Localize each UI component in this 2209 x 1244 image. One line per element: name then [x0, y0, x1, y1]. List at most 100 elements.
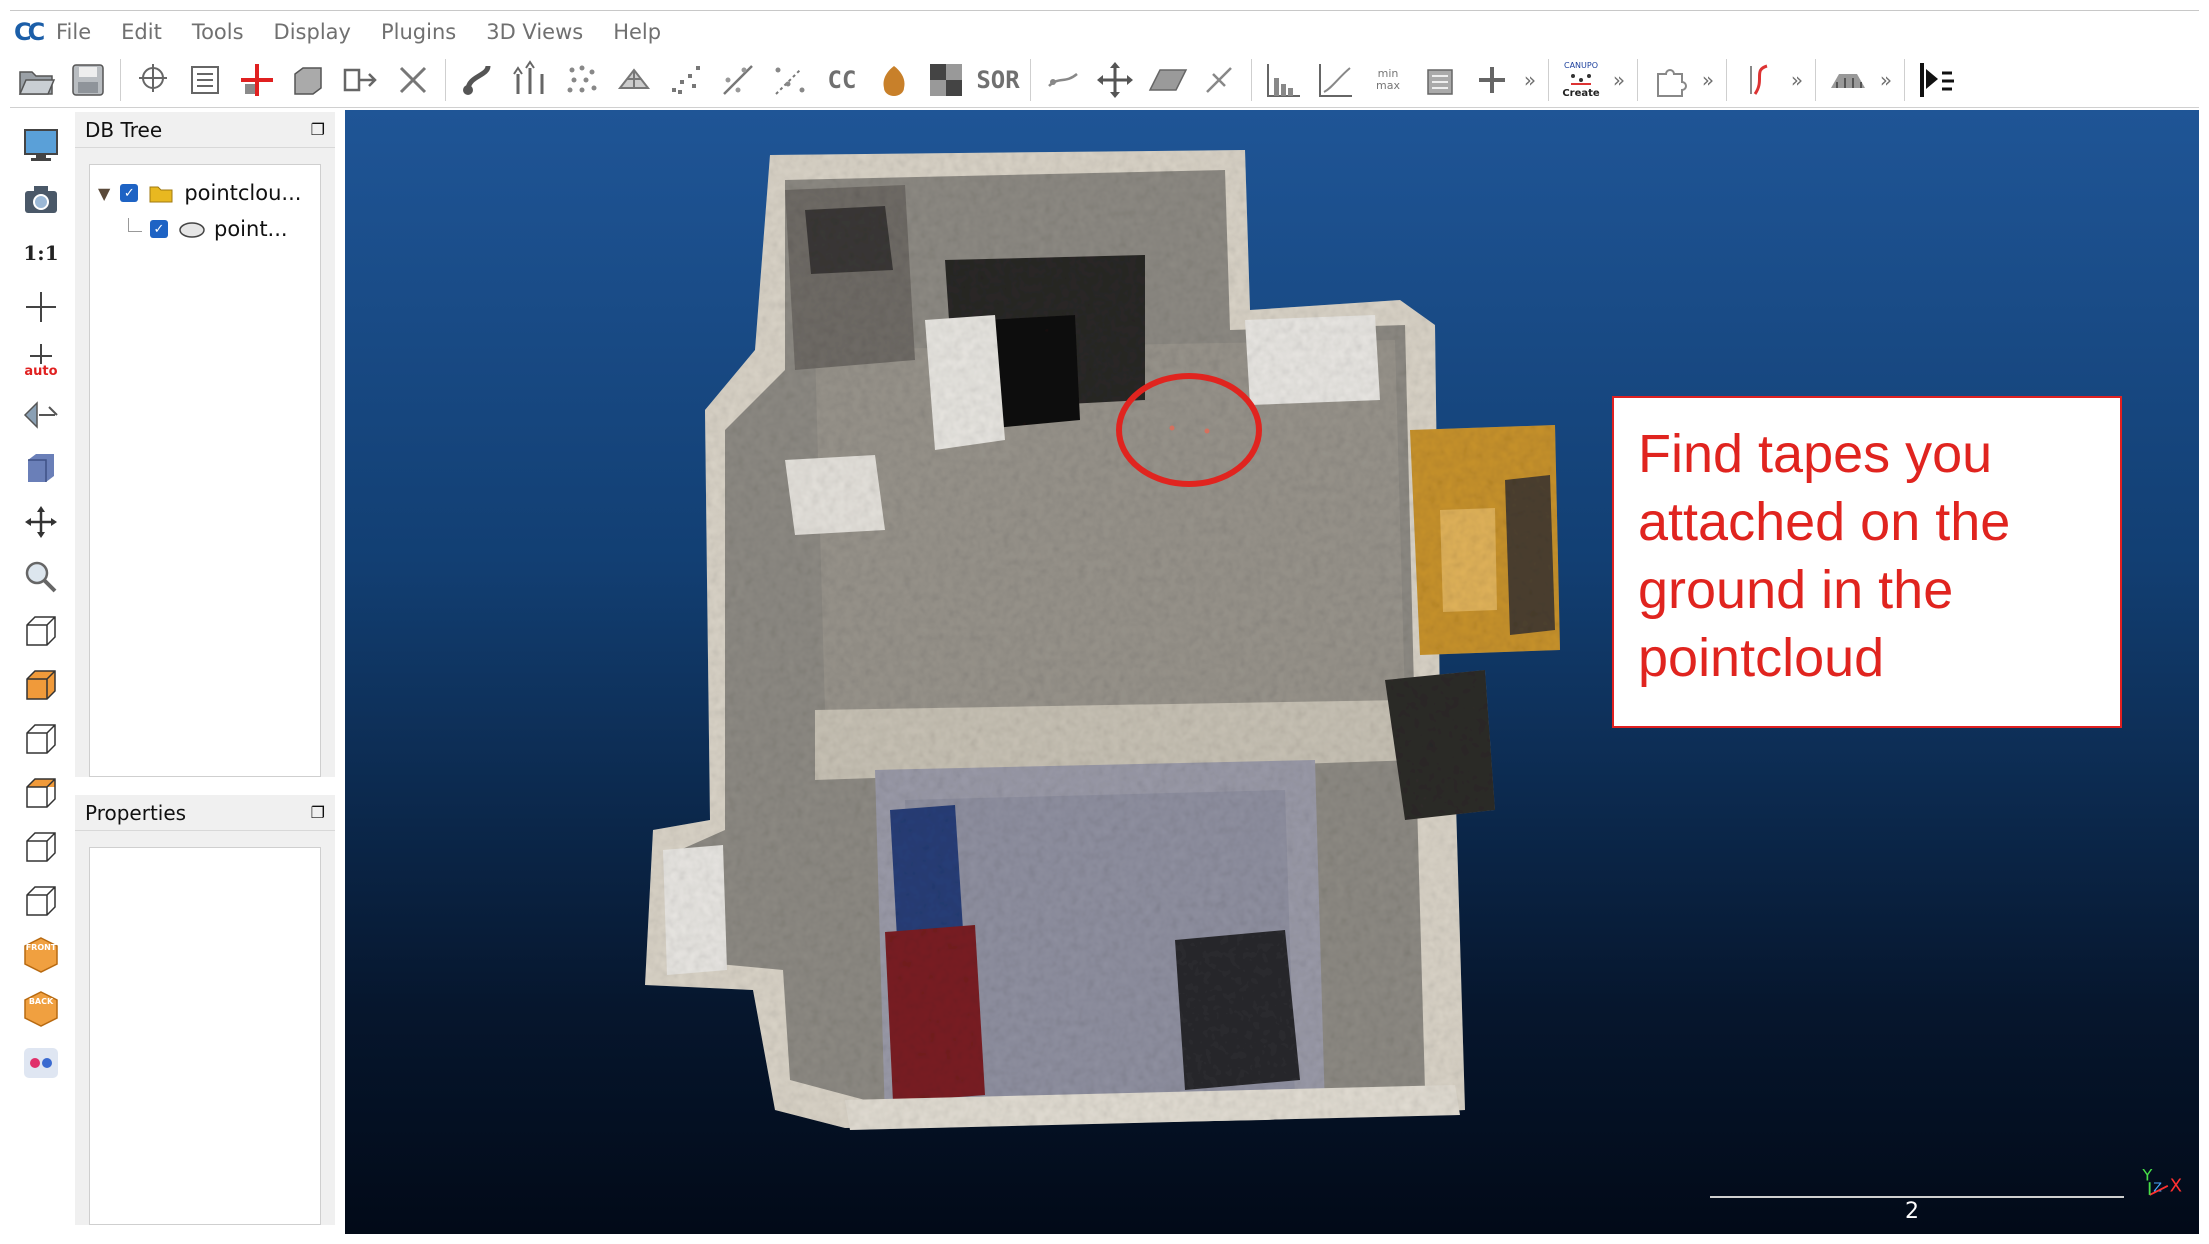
- merge-icon[interactable]: [335, 55, 387, 105]
- db-tree-panel: DB Tree ❐ ▼ ✓ pointclou... ✓ point...: [75, 112, 335, 777]
- subsample-icon[interactable]: [556, 55, 608, 105]
- menu-help[interactable]: Help: [613, 20, 661, 44]
- normals-icon[interactable]: [504, 55, 556, 105]
- undock-icon[interactable]: ❐: [311, 120, 325, 139]
- delete-icon[interactable]: [387, 55, 439, 105]
- toolbar-separator: [1030, 58, 1031, 101]
- add-point-icon[interactable]: [231, 55, 283, 105]
- menu-3d-views[interactable]: 3D Views: [486, 20, 583, 44]
- axis-trihedron: Y Z X: [2141, 1165, 2182, 1196]
- more-plugins-icon-3[interactable]: »: [1785, 68, 1809, 92]
- more-plugins-icon[interactable]: »: [1607, 68, 1631, 92]
- checkbox-root[interactable]: ✓: [120, 184, 139, 202]
- checkbox-child[interactable]: ✓: [150, 220, 168, 238]
- point-picking-icon[interactable]: [1193, 55, 1245, 105]
- auto-pivot-icon[interactable]: auto: [14, 334, 68, 388]
- open-icon[interactable]: [10, 55, 62, 105]
- cloudcompare-logo: CC: [14, 17, 45, 46]
- scatter-icon[interactable]: [660, 55, 712, 105]
- perspective-icon[interactable]: [14, 388, 68, 442]
- more-plugins-icon-2[interactable]: »: [1696, 68, 1720, 92]
- tree-item-root[interactable]: ▼ ✓ pointclou...: [98, 181, 301, 205]
- front-view-icon[interactable]: [14, 658, 68, 712]
- zoom-icon[interactable]: [14, 550, 68, 604]
- scale-value: 2: [1905, 1199, 1919, 1224]
- right-view-icon[interactable]: [14, 820, 68, 874]
- segment-icon[interactable]: [1037, 55, 1089, 105]
- more-tools-icon[interactable]: »: [1518, 68, 1542, 92]
- color-scale-icon[interactable]: [868, 55, 920, 105]
- scale-bar: [1710, 1196, 2124, 1198]
- plane-icon[interactable]: [1141, 55, 1193, 105]
- tree-item-label: pointclou...: [184, 181, 302, 205]
- left-view-icon[interactable]: [14, 712, 68, 766]
- cloud-cloud-distance-icon[interactable]: [764, 55, 816, 105]
- expand-arrow-icon[interactable]: ▼: [98, 184, 110, 203]
- iso-back-icon[interactable]: BACK: [14, 982, 68, 1036]
- top-view-icon[interactable]: [14, 604, 68, 658]
- toolbar-separator: [1251, 58, 1252, 101]
- db-tree-title: DB Tree: [85, 117, 163, 142]
- toolbar-separator: [1904, 58, 1905, 101]
- zoom-one-to-one-icon[interactable]: 1:1: [14, 226, 68, 280]
- translate-rotate-icon[interactable]: [1089, 55, 1141, 105]
- one-to-one-label: 1:1: [23, 241, 59, 265]
- menu-plugins[interactable]: Plugins: [381, 20, 456, 44]
- bottom-view-icon[interactable]: [14, 874, 68, 928]
- properties-body: [89, 847, 321, 1225]
- menu-display[interactable]: Display: [274, 20, 351, 44]
- fullscreen-icon[interactable]: [14, 118, 68, 172]
- iso-front-icon[interactable]: FRONT: [14, 928, 68, 982]
- clone-icon[interactable]: [283, 55, 335, 105]
- 3d-viewport[interactable]: Find tapes you attached on the ground in…: [345, 110, 2199, 1234]
- callout-line: pointcloud: [1638, 628, 1885, 688]
- tape-marker: [1204, 428, 1210, 434]
- undock-icon[interactable]: ❐: [311, 803, 325, 822]
- rasterize-icon[interactable]: [920, 55, 972, 105]
- auto-label: auto: [24, 364, 58, 379]
- view-toolbar: 1:1 auto FRONT BACK: [10, 118, 72, 1238]
- section-extraction-icon[interactable]: [1733, 55, 1785, 105]
- canupo-create-icon[interactable]: CANUPO Create: [1555, 55, 1607, 105]
- folder-icon: [149, 186, 173, 203]
- stereo-mode-icon[interactable]: [14, 1036, 68, 1090]
- app-window: CC File Edit Tools Display Plugins 3D Vi…: [0, 0, 2209, 1244]
- tree-item-child[interactable]: ✓ point...: [128, 217, 288, 241]
- more-plugins-icon-4[interactable]: »: [1874, 68, 1898, 92]
- object-view-icon[interactable]: [14, 442, 68, 496]
- properties-title: Properties: [85, 800, 187, 825]
- cc-icon[interactable]: CC: [816, 55, 868, 105]
- toolbar-separator: [1637, 58, 1638, 101]
- light-icon[interactable]: [14, 496, 68, 550]
- select-entity-icon[interactable]: [127, 55, 179, 105]
- camera-icon[interactable]: [14, 172, 68, 226]
- min-max-icon[interactable]: min max: [1362, 55, 1414, 105]
- cc-label: CC: [827, 65, 857, 94]
- back-label: BACK: [29, 997, 54, 1006]
- puzzle-plugin-icon[interactable]: [1644, 55, 1696, 105]
- menu-tools[interactable]: Tools: [192, 20, 244, 44]
- db-tree-header: DB Tree ❐: [75, 112, 335, 148]
- save-icon[interactable]: [62, 55, 114, 105]
- menu-edit[interactable]: Edit: [121, 20, 162, 44]
- main-toolbar: CC SOR min max » CANUPO Create » » » »: [10, 52, 2199, 108]
- 3d-model-icon[interactable]: [1822, 55, 1874, 105]
- sample-points-icon[interactable]: [452, 55, 504, 105]
- mesh-icon[interactable]: [608, 55, 660, 105]
- cloud-icon: [179, 222, 205, 238]
- menu-file[interactable]: File: [56, 20, 91, 44]
- add-sf-icon[interactable]: [1466, 55, 1518, 105]
- pivot-icon[interactable]: [14, 280, 68, 334]
- sor-filter-icon[interactable]: SOR: [972, 55, 1024, 105]
- front-label: FRONT: [26, 943, 57, 952]
- list-icon[interactable]: [179, 55, 231, 105]
- canupo-label: CANUPO: [1563, 60, 1599, 70]
- scalar-field-list-icon[interactable]: [1414, 55, 1466, 105]
- min-max-label: min max: [1376, 66, 1400, 92]
- distance-icon[interactable]: [712, 55, 764, 105]
- python-plugin-icon[interactable]: [1911, 55, 1963, 105]
- fit-curve-icon[interactable]: [1310, 55, 1362, 105]
- back-view-icon[interactable]: [14, 766, 68, 820]
- histogram-icon[interactable]: [1258, 55, 1310, 105]
- canupo-create-label: Create: [1562, 87, 1600, 99]
